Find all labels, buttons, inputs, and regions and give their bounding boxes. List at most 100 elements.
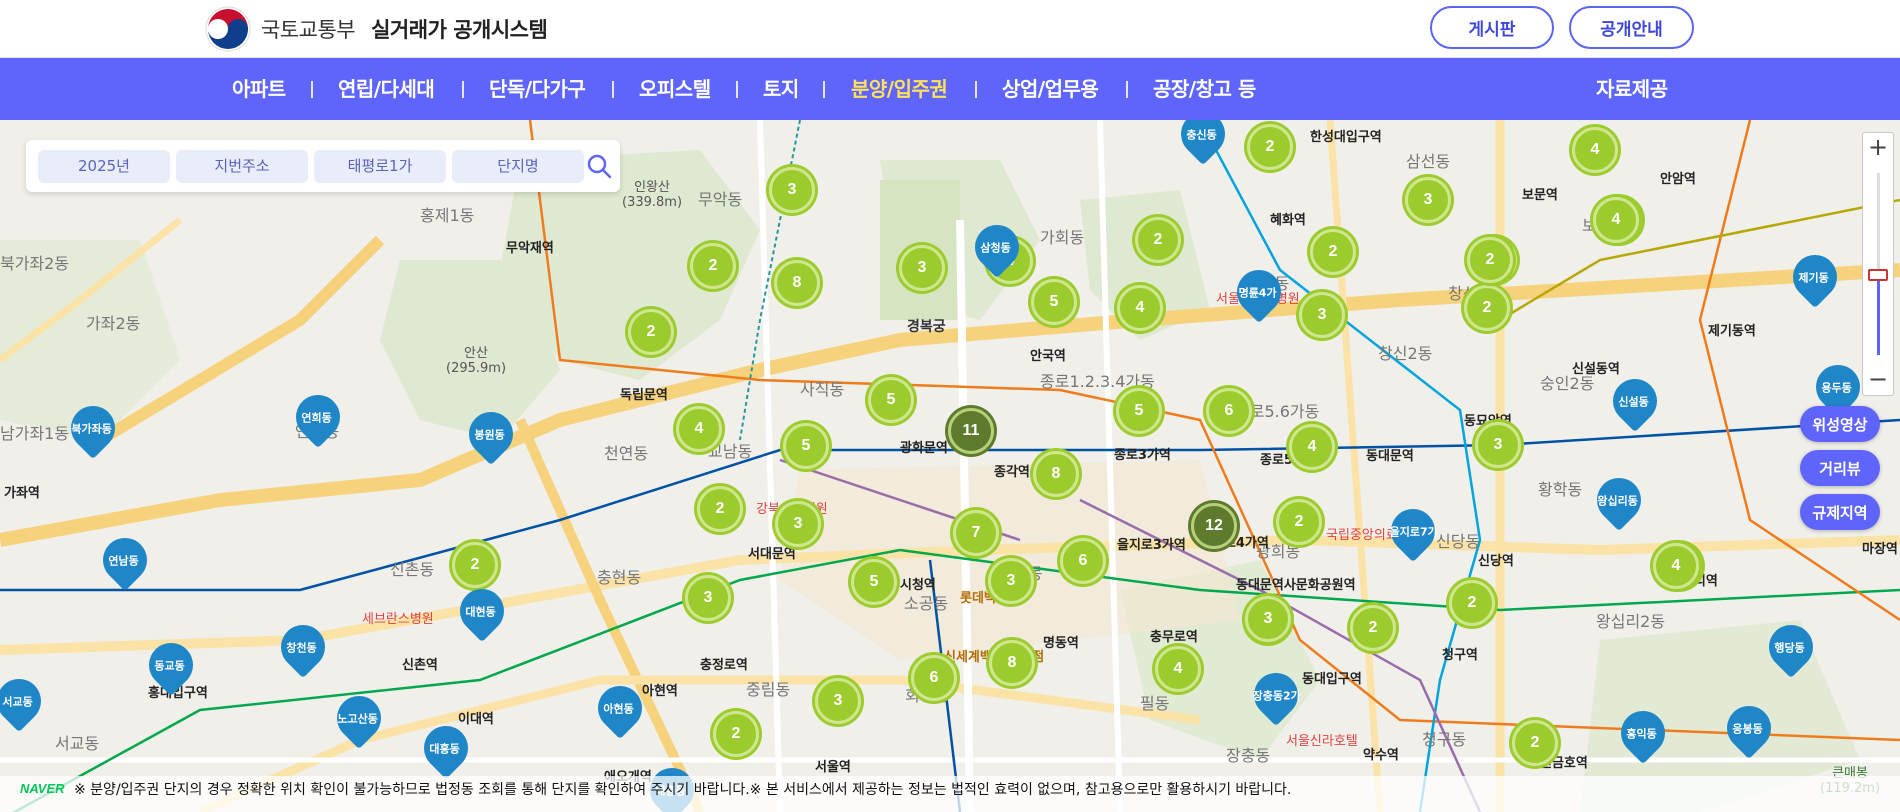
district-label: 무악동 [698, 190, 743, 209]
guide-button[interactable]: 공개안내 [1569, 6, 1694, 49]
cluster-marker[interactable]: 4 [1155, 646, 1201, 692]
nav-presale[interactable]: 분양/입주권 [851, 58, 948, 120]
station-label[interactable]: 충정로역 [700, 654, 748, 673]
map-canvas[interactable]: 홍제1동 연희동 신촌동 충현동 사직동 가회동 이화동 창신2동 숭인2동 종… [0, 120, 1900, 812]
cluster-marker[interactable]: 2 [1350, 605, 1396, 651]
address-type-select[interactable]: 지번주소 [176, 150, 308, 183]
ministry-logo[interactable]: 국토교통부 실거래가 공개시스템 [205, 5, 548, 53]
nav-detached-house[interactable]: 단독/다가구 [489, 58, 586, 120]
cluster-marker[interactable]: 3 [899, 245, 945, 291]
station-label[interactable]: 마장역 [1862, 538, 1898, 557]
station-label[interactable]: 동대문역 [1366, 445, 1414, 464]
station-label[interactable]: 종로3가역 [1114, 444, 1171, 463]
nav-factory[interactable]: 공장/창고 등 [1153, 58, 1256, 120]
station-label[interactable]: 약수역 [1363, 744, 1399, 763]
cluster-marker[interactable]: 5 [1031, 279, 1077, 325]
nav-officetel[interactable]: 오피스텔 [639, 58, 711, 120]
station-label[interactable]: 서대문역 [748, 543, 796, 562]
station-label[interactable]: 을지로3가역 [1117, 534, 1186, 553]
regulated-area-button[interactable]: 규제지역 [1800, 494, 1880, 530]
station-label[interactable]: 신당역 [1478, 550, 1514, 569]
cluster-marker[interactable]: 8 [774, 260, 820, 306]
nav-commercial[interactable]: 상업/업무용 [1002, 58, 1099, 120]
cluster-marker[interactable]: 5 [868, 377, 914, 423]
road-select[interactable]: 태평로1가 [314, 150, 446, 183]
year-select[interactable]: 2025년 [38, 150, 170, 183]
zoom-in-button[interactable]: + [1863, 133, 1893, 163]
cluster-marker[interactable]: 5 [783, 423, 829, 469]
station-label[interactable]: 이대역 [458, 708, 494, 727]
satellite-view-button[interactable]: 위성영상 [1800, 406, 1880, 442]
station-label[interactable]: 청구역 [1442, 644, 1478, 663]
cluster-marker[interactable]: 2 [452, 542, 498, 588]
cluster-marker[interactable]: 3 [1475, 422, 1521, 468]
zoom-out-button[interactable]: − [1863, 365, 1893, 395]
cluster-marker[interactable]: 6 [911, 655, 957, 701]
station-label[interactable]: 가좌역 [4, 482, 40, 501]
station-label[interactable]: 동대입구역 [1302, 668, 1362, 687]
station-label[interactable]: 무악재역 [506, 237, 554, 256]
cluster-marker[interactable]: 3 [1405, 177, 1451, 223]
nav-data-provision[interactable]: 자료제공 [1596, 58, 1668, 120]
cluster-marker[interactable]: 3 [685, 575, 731, 621]
cluster-marker[interactable]: 2 [1310, 229, 1356, 275]
cluster-marker[interactable]: 2 [628, 309, 674, 355]
station-label[interactable]: 안암역 [1660, 168, 1696, 187]
cluster-marker[interactable]: 5 [1116, 388, 1162, 434]
cluster-marker[interactable]: 2 [1276, 499, 1322, 545]
cluster-marker[interactable]: 2 [690, 243, 736, 289]
cluster-marker[interactable]: 3 [1245, 596, 1291, 642]
station-label[interactable]: 제기동역 [1708, 320, 1756, 339]
cluster-marker[interactable]: 8 [989, 640, 1035, 686]
cluster-marker[interactable]: 3 [815, 678, 861, 724]
search-icon[interactable] [584, 151, 614, 181]
station-label[interactable]: 한성대입구역 [1310, 126, 1382, 145]
cluster-marker[interactable]: 2 [1247, 124, 1293, 170]
station-label[interactable]: 동대문역사문화공원역 [1236, 574, 1356, 593]
cluster-marker[interactable]: 8 [1033, 451, 1079, 497]
cluster-marker[interactable]: 2 [1467, 237, 1513, 283]
cluster-marker[interactable]: 6 [1206, 388, 1252, 434]
nav-land[interactable]: 토지 [763, 58, 799, 120]
cluster-marker[interactable]: 4 [1593, 197, 1639, 243]
cluster-marker[interactable]: 6 [1060, 538, 1106, 584]
cluster-marker[interactable]: 5 [851, 559, 897, 605]
station-label[interactable]: 혜화역 [1270, 209, 1306, 228]
cluster-marker[interactable]: 11 [948, 408, 994, 454]
station-label[interactable]: 신설동역 [1572, 358, 1620, 377]
station-label[interactable]: 아현역 [642, 680, 678, 699]
street-view-button[interactable]: 거리뷰 [1800, 450, 1880, 486]
cluster-marker[interactable]: 4 [1653, 543, 1699, 589]
station-label[interactable]: 충무로역 [1150, 626, 1198, 645]
cluster-marker[interactable]: 2 [1512, 720, 1558, 766]
cluster-marker[interactable]: 3 [775, 501, 821, 547]
cluster-marker[interactable]: 3 [988, 558, 1034, 604]
cluster-marker[interactable]: 4 [1289, 424, 1335, 470]
cluster-marker[interactable]: 4 [1117, 285, 1163, 331]
station-label[interactable]: 서울역 [815, 756, 851, 775]
station-label[interactable]: 신촌역 [402, 654, 438, 673]
station-label[interactable]: 시청역 [900, 574, 936, 593]
station-label[interactable]: 명동역 [1043, 632, 1079, 651]
station-label[interactable]: 독립문역 [620, 384, 668, 403]
station-label[interactable]: 광화문역 [900, 437, 948, 456]
cluster-marker[interactable]: 12 [1191, 503, 1237, 549]
complex-name-input[interactable]: 단지명 [452, 150, 584, 183]
cluster-marker[interactable]: 3 [769, 167, 815, 213]
station-label[interactable]: 보문역 [1522, 184, 1558, 203]
cluster-marker[interactable]: 2 [697, 486, 743, 532]
cluster-marker[interactable]: 4 [676, 406, 722, 452]
nav-apartment[interactable]: 아파트 [232, 58, 286, 120]
cluster-marker[interactable]: 4 [1572, 127, 1618, 173]
station-label[interactable]: 안국역 [1030, 345, 1066, 364]
zoom-slider-handle[interactable] [1868, 269, 1888, 281]
nav-row-house[interactable]: 연립/다세대 [338, 58, 435, 120]
cluster-marker[interactable]: 3 [1299, 292, 1345, 338]
cluster-marker[interactable]: 2 [1449, 580, 1495, 626]
cluster-marker[interactable]: 7 [953, 510, 999, 556]
cluster-marker[interactable]: 2 [713, 711, 759, 757]
board-button[interactable]: 게시판 [1430, 6, 1554, 49]
cluster-marker[interactable]: 2 [1135, 217, 1181, 263]
station-label[interactable]: 종각역 [994, 461, 1030, 480]
cluster-marker[interactable]: 2 [1464, 285, 1510, 331]
